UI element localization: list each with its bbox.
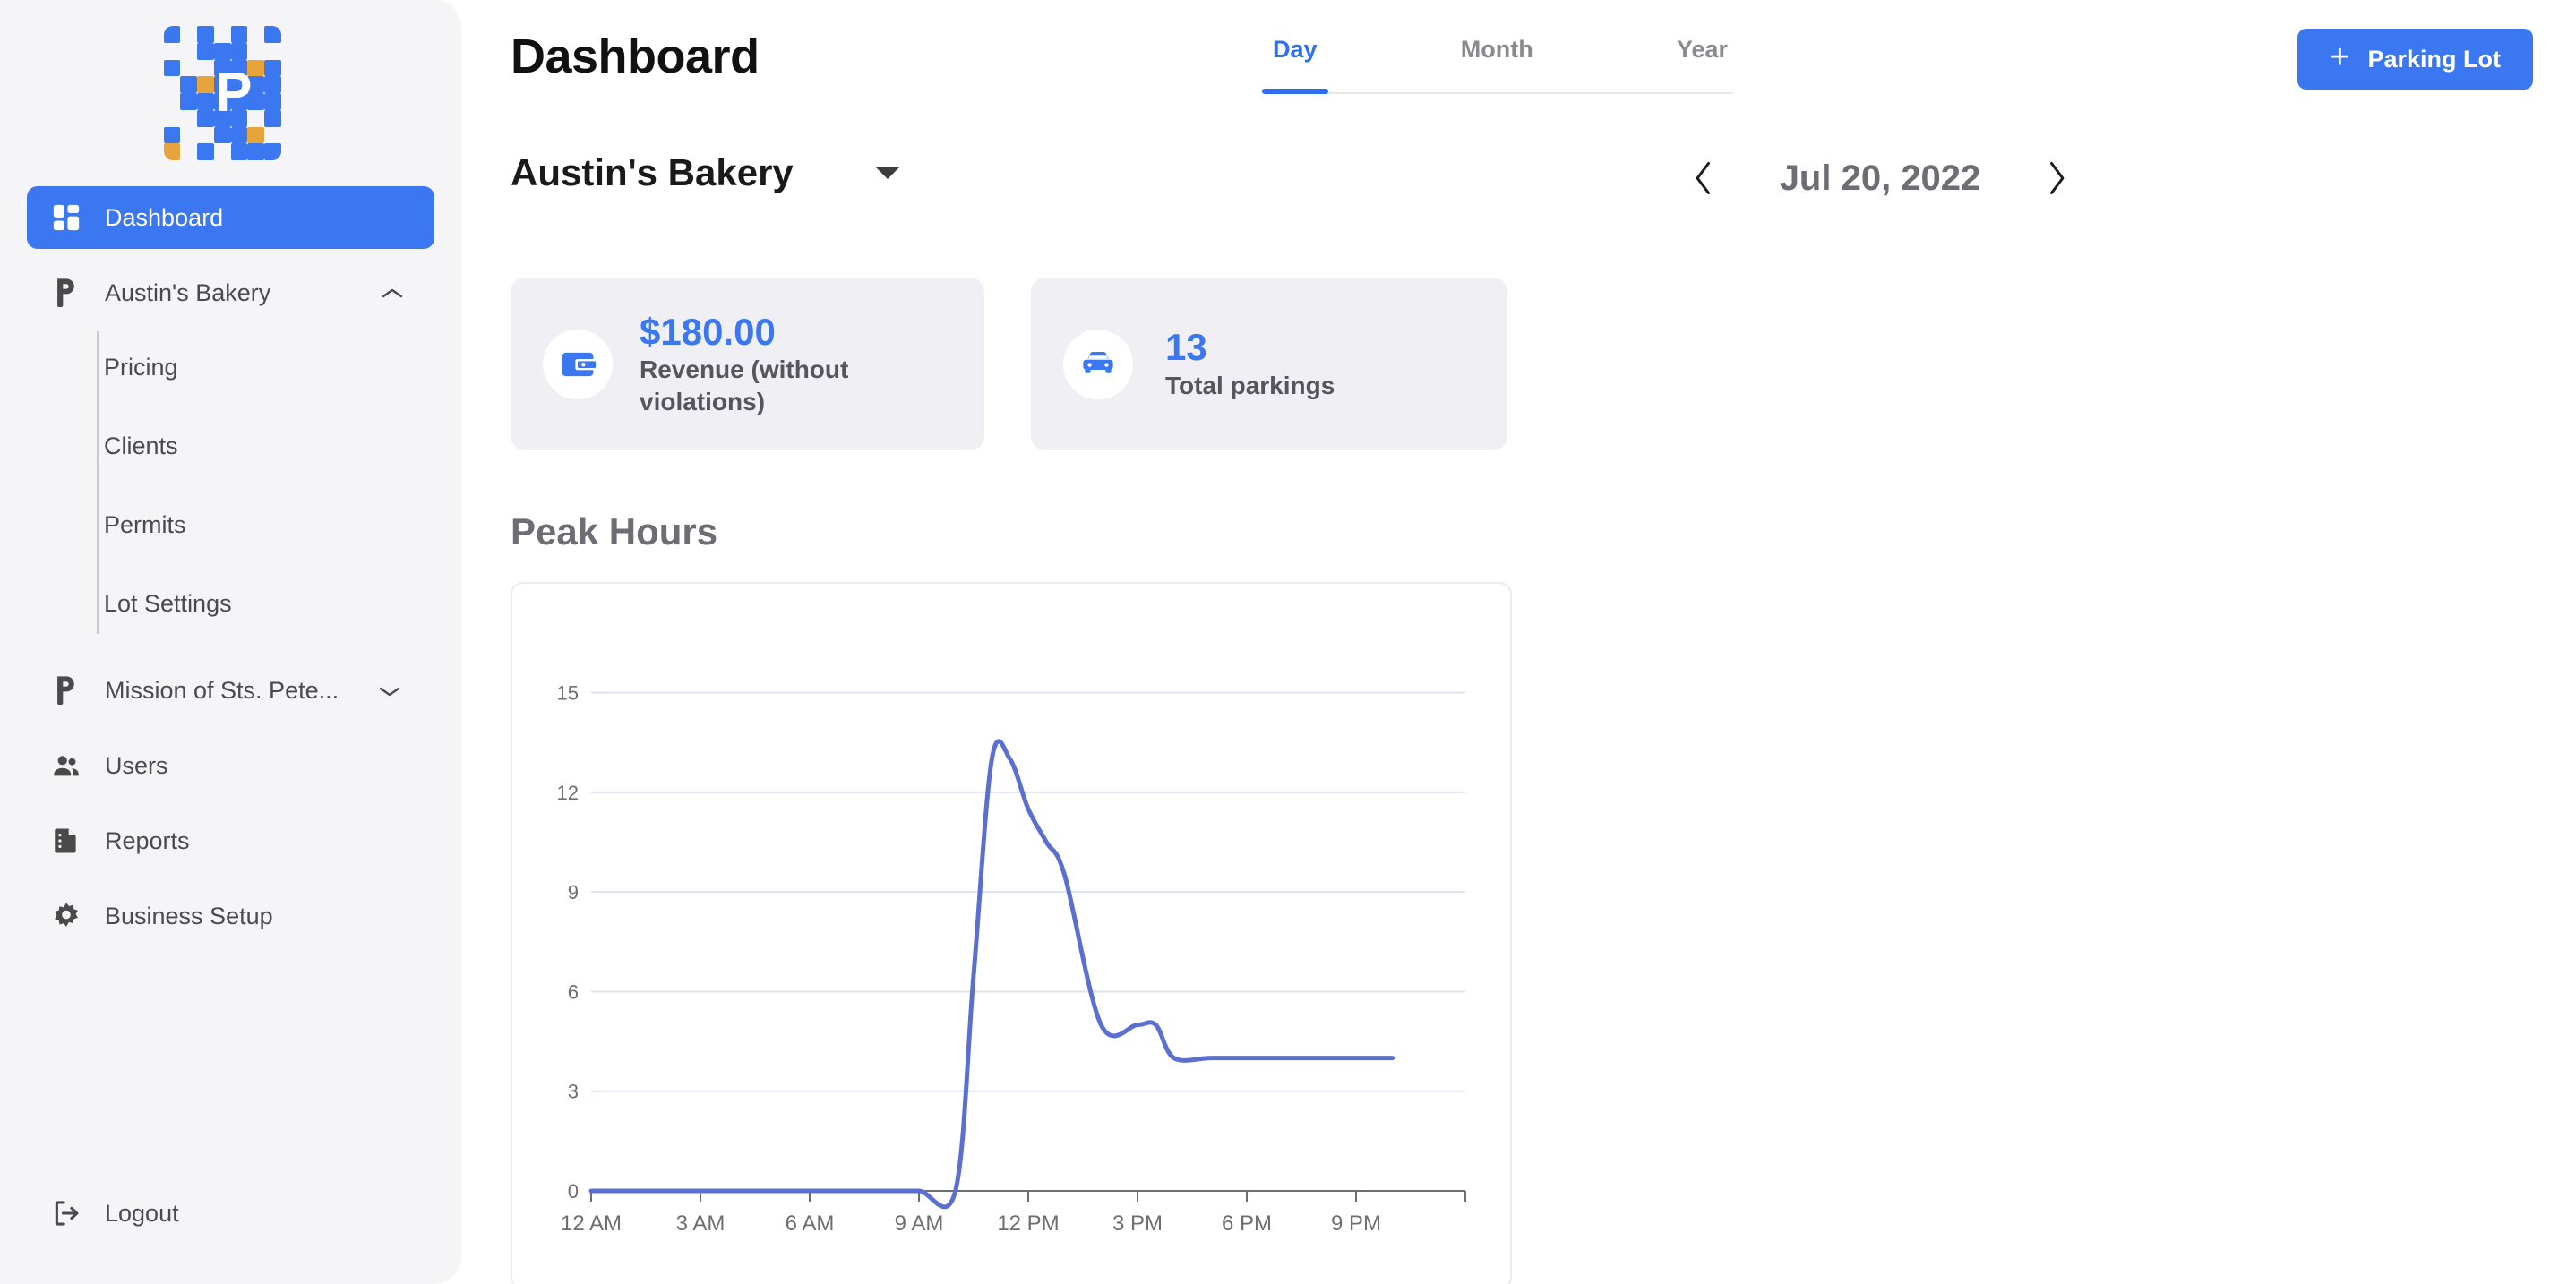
topbar: Dashboard Day Month Year + Parking Lot — [461, 0, 2576, 139]
gear-icon — [51, 901, 82, 931]
chevron-down-icon[interactable] — [378, 677, 401, 705]
stat-cards: $180.00 Revenue (without violations) 13 … — [511, 278, 1507, 450]
svg-text:3 PM: 3 PM — [1112, 1211, 1163, 1236]
sidebar-nav: Dashboard Austin's Bakery Pricing Client… — [0, 186, 461, 1182]
svg-text:12 PM: 12 PM — [997, 1211, 1059, 1236]
subbar: Austin's Bakery Jul 20, 2022 — [461, 139, 2576, 237]
stat-value: $180.00 — [640, 310, 776, 353]
sidebar: P Dashboard Austin's Bakery Pricing Clie… — [0, 0, 461, 1284]
parking-p-icon — [51, 278, 82, 308]
sidebar-item-clients[interactable]: Clients — [104, 407, 434, 485]
car-icon — [1063, 329, 1133, 399]
peak-hours-chart-card: 0 3 6 9 12 15 12 AM 3 AM 6 AM 9 AM 12 PM 3 PM 6 PM 9 … — [511, 582, 1512, 1284]
sidebar-item-reports[interactable]: Reports — [27, 809, 434, 872]
sidebar-item-permits[interactable]: Permits — [104, 485, 434, 564]
peak-hours-title: Peak Hours — [511, 510, 718, 552]
svg-text:6: 6 — [568, 980, 579, 1003]
svg-text:0: 0 — [568, 1180, 579, 1203]
current-date-label: Jul 20, 2022 — [1779, 158, 1981, 198]
sidebar-subitems-austins-bakery: Pricing Clients Permits Lot Settings — [27, 328, 434, 643]
app-logo[interactable]: P — [0, 0, 461, 186]
sidebar-subitem-label: Permits — [104, 510, 186, 538]
stat-label: Revenue (without violations) — [640, 355, 849, 415]
stat-label: Total parkings — [1165, 371, 1335, 399]
parking-p-icon — [51, 675, 82, 706]
logo-letter: P — [215, 62, 253, 124]
svg-text:12 AM: 12 AM — [561, 1211, 622, 1236]
dashboard-icon — [51, 202, 82, 233]
svg-text:15: 15 — [557, 682, 579, 705]
main-content: Dashboard Day Month Year + Parking Lot A… — [461, 0, 2576, 1284]
sidebar-item-label: Dashboard — [105, 203, 224, 231]
tab-year[interactable]: Year — [1671, 36, 1733, 78]
sidebar-item-label: Users — [105, 751, 168, 779]
svg-text:9 PM: 9 PM — [1331, 1211, 1381, 1236]
sidebar-item-lot-settings[interactable]: Lot Settings — [104, 564, 434, 643]
sidebar-item-label: Reports — [105, 826, 190, 854]
stat-card-revenue: $180.00 Revenue (without violations) — [511, 278, 984, 450]
plus-icon: + — [2330, 39, 2350, 76]
add-parking-lot-label: Parking Lot — [2367, 45, 2501, 73]
date-navigator: Jul 20, 2022 — [1675, 150, 2085, 207]
sidebar-item-label: Business Setup — [105, 902, 273, 929]
users-icon — [51, 750, 82, 781]
stat-text: 13 Total parkings — [1165, 326, 1335, 401]
logo-pixel-grid: P — [163, 26, 298, 160]
parking-lot-selector[interactable]: Austin's Bakery — [511, 151, 899, 194]
period-tabs: Day Month Year — [1262, 36, 1733, 94]
app-root: P Dashboard Austin's Bakery Pricing Clie… — [0, 0, 2576, 1284]
sidebar-subitem-label: Lot Settings — [104, 589, 232, 617]
stat-text: $180.00 Revenue (without violations) — [640, 311, 950, 418]
svg-text:9: 9 — [568, 881, 579, 903]
logout-button[interactable]: Logout — [0, 1182, 461, 1245]
page-title: Dashboard — [511, 30, 760, 83]
selected-lot-name: Austin's Bakery — [511, 151, 794, 193]
tab-day[interactable]: Day — [1262, 36, 1328, 94]
caret-down-icon[interactable] — [875, 167, 899, 179]
stat-card-total-parkings: 13 Total parkings — [1031, 278, 1507, 450]
svg-text:3: 3 — [568, 1081, 579, 1103]
wallet-icon — [543, 329, 613, 399]
next-date-button[interactable] — [2028, 150, 2085, 207]
sidebar-item-users[interactable]: Users — [27, 734, 434, 797]
tab-month[interactable]: Month — [1455, 36, 1539, 78]
logout-label: Logout — [105, 1199, 179, 1227]
sidebar-group-label: Austin's Bakery — [105, 278, 271, 306]
svg-text:3 AM: 3 AM — [676, 1211, 726, 1236]
svg-text:9 AM: 9 AM — [895, 1211, 944, 1236]
sidebar-item-pricing[interactable]: Pricing — [104, 328, 434, 407]
svg-text:6 AM: 6 AM — [786, 1211, 835, 1236]
report-icon — [51, 826, 82, 856]
chevron-up-icon[interactable] — [381, 279, 404, 307]
sidebar-item-dashboard[interactable]: Dashboard — [27, 186, 434, 249]
sidebar-subitem-label: Pricing — [104, 353, 178, 381]
prev-date-button[interactable] — [1675, 150, 1732, 207]
stat-value: 13 — [1165, 326, 1207, 369]
sidebar-subitem-label: Clients — [104, 432, 178, 459]
sidebar-item-business-setup[interactable]: Business Setup — [27, 885, 434, 947]
logout-icon — [51, 1198, 82, 1228]
sidebar-group-label: Mission of Sts. Pete... — [105, 676, 339, 704]
sidebar-group-austins-bakery[interactable]: Austin's Bakery — [27, 261, 434, 324]
svg-text:6 PM: 6 PM — [1222, 1211, 1272, 1236]
peak-hours-section: Peak Hours 0 3 6 9 12 15 12 AM 3 AM 6 AM 9 AM 12 P… — [511, 510, 1512, 1284]
add-parking-lot-button[interactable]: + Parking Lot — [2297, 29, 2533, 90]
svg-text:12: 12 — [557, 782, 579, 804]
peak-hours-line-chart: 0 3 6 9 12 15 12 AM 3 AM 6 AM 9 AM 12 PM 3 PM 6 PM 9 … — [557, 682, 1466, 1236]
sidebar-group-mission-of-sts-pete[interactable]: Mission of Sts. Pete... — [27, 659, 434, 722]
